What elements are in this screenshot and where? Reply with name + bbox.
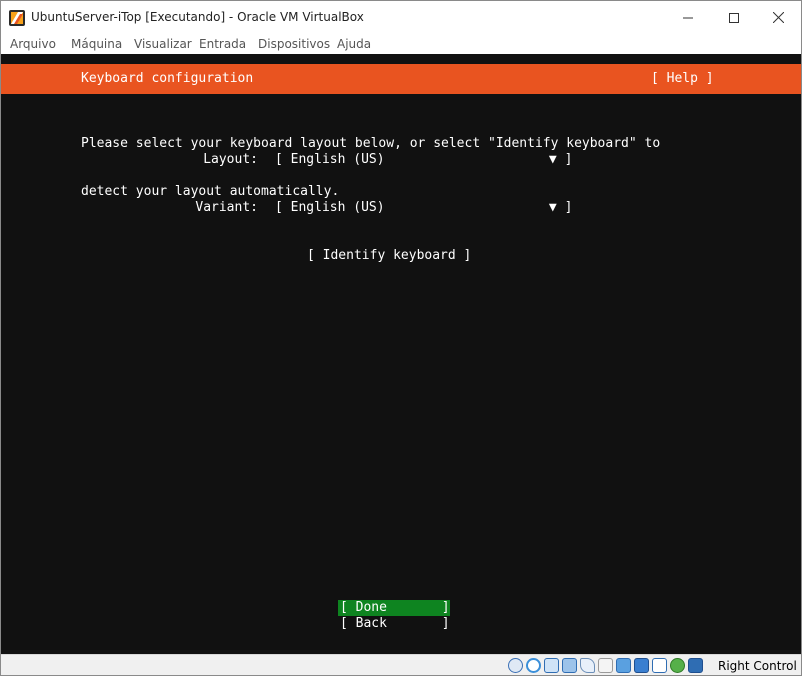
done-button[interactable]: [ Done ] (338, 600, 450, 616)
close-button[interactable] (755, 1, 801, 34)
minimize-icon (683, 17, 693, 18)
recording-icon[interactable] (634, 658, 649, 673)
variant-select[interactable]: [ English (US) ▼ ] (275, 200, 572, 216)
page-title: Keyboard configuration (81, 71, 254, 86)
hard-disk-icon[interactable] (508, 658, 523, 673)
instructions-line-2: detect your layout automatically. (81, 184, 340, 199)
status-icons (508, 658, 703, 674)
menu-dispositivos[interactable]: Dispositivos (258, 37, 330, 51)
virtualbox-app-icon (9, 10, 25, 26)
done-button-label: [ Done ] (340, 600, 450, 615)
menu-ajuda[interactable]: Ajuda (337, 37, 371, 51)
display-icon[interactable] (616, 658, 631, 673)
variant-label: Variant: (195, 200, 258, 215)
shared-folders-icon[interactable] (598, 658, 613, 673)
maximize-icon (729, 12, 739, 23)
menu-entrada[interactable]: Entrada (199, 37, 246, 51)
back-button[interactable]: [ Back ] (338, 616, 450, 632)
minimize-button[interactable] (665, 1, 711, 34)
menu-bar: Arquivo Máquina Visualizar Entrada Dispo… (1, 34, 801, 54)
virtualbox-window: UbuntuServer-iTop [Executando] - Oracle … (0, 0, 802, 676)
layout-select[interactable]: [ English (US) ▼ ] (275, 152, 572, 168)
audio-icon[interactable] (544, 658, 559, 673)
installer-header: Keyboard configuration [ Help ] (1, 64, 801, 94)
mouse-integration-icon[interactable] (688, 658, 703, 673)
network-icon[interactable] (562, 658, 577, 673)
menu-arquivo[interactable]: Arquivo (10, 37, 56, 51)
maximize-button[interactable] (711, 1, 757, 34)
instructions-line-1: Please select your keyboard layout below… (81, 136, 661, 151)
status-bar: Right Control (1, 654, 801, 675)
back-button-label: [ Back ] (340, 616, 450, 631)
vm-screen[interactable]: Keyboard configuration [ Help ] Please s… (1, 54, 801, 654)
guest-additions-icon[interactable] (670, 658, 685, 673)
menu-maquina[interactable]: Máquina (71, 37, 122, 51)
menu-visualizar[interactable]: Visualizar (134, 37, 192, 51)
usb-icon[interactable] (580, 658, 595, 673)
layout-label: Layout: (203, 152, 258, 167)
close-icon (772, 12, 784, 23)
host-key-label: Right Control (718, 659, 797, 673)
identify-keyboard-button[interactable]: [ Identify keyboard ] (307, 248, 471, 264)
window-title: UbuntuServer-iTop [Executando] - Oracle … (31, 10, 364, 24)
optical-drive-icon[interactable] (526, 658, 541, 673)
vt-x-icon[interactable] (652, 658, 667, 673)
title-bar[interactable]: UbuntuServer-iTop [Executando] - Oracle … (1, 1, 801, 34)
help-button[interactable]: [ Help ] (651, 71, 714, 86)
